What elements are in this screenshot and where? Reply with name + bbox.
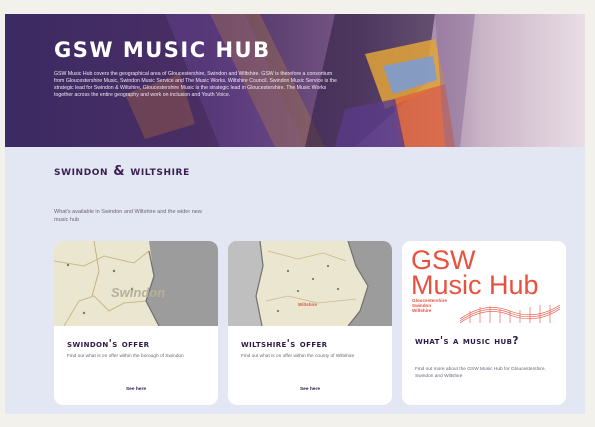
card-description: Find out what is on offer within the bor… bbox=[67, 354, 184, 359]
card-wiltshire[interactable]: Wiltshire Wiltshire's Offer Find out wha… bbox=[228, 241, 392, 405]
see-here-link[interactable]: See here bbox=[228, 387, 392, 392]
gsw-music-hub-logo: GSW Music Hub Gloucestershire Swindon Wi… bbox=[402, 241, 566, 326]
logo-wave-graphic bbox=[460, 304, 560, 323]
wiltshire-map-image: Wiltshire bbox=[228, 241, 392, 326]
logo-sub-wiltshire: Wiltshire bbox=[412, 308, 432, 314]
page: GSW MUSIC HUB GSW Music Hub covers the g… bbox=[5, 14, 585, 414]
section-title: Swindon & Wiltshire bbox=[54, 164, 190, 179]
card-description: Find out what is on offer within the cou… bbox=[241, 354, 355, 359]
wiltshire-map-label: Wiltshire bbox=[298, 302, 317, 307]
swindon-map-image: Swindon bbox=[54, 241, 218, 326]
swindon-map-label: Swindon bbox=[111, 285, 166, 300]
card-description: Find out more about the GSW Music Hub fo… bbox=[415, 367, 546, 379]
logo-subtitle: Gloucestershire Swindon Wiltshire bbox=[412, 298, 447, 314]
card-swindon[interactable]: Swindon Swindon's Offer Find out what is… bbox=[54, 241, 218, 405]
card-title: What's a Music Hub? bbox=[415, 335, 519, 347]
hero-title: GSW MUSIC HUB bbox=[54, 38, 271, 62]
hero-banner: GSW MUSIC HUB GSW Music Hub covers the g… bbox=[5, 14, 585, 147]
card-what-is-music-hub[interactable]: GSW Music Hub Gloucestershire Swindon Wi… bbox=[402, 241, 566, 405]
see-here-link[interactable]: See here bbox=[54, 387, 218, 392]
section-description: What's available in Swindon and Wiltshir… bbox=[54, 209, 202, 223]
logo-line-2: Music Hub bbox=[411, 270, 539, 300]
hero-description: GSW Music Hub covers the geographical ar… bbox=[54, 71, 337, 98]
card-title: Wiltshire's Offer bbox=[241, 338, 328, 350]
card-title: Swindon's Offer bbox=[67, 338, 150, 350]
